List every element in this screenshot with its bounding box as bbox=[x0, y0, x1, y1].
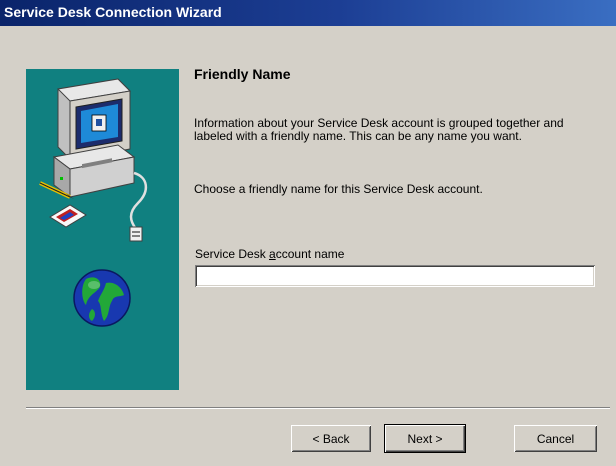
next-button[interactable]: Next > bbox=[385, 425, 465, 452]
cancel-button-label: Cancel bbox=[536, 431, 575, 446]
account-name-label-accelerator: a bbox=[269, 247, 276, 261]
cancel-button[interactable]: Cancel bbox=[514, 425, 597, 452]
network-plug-icon bbox=[129, 226, 143, 242]
account-name-label-text-start: Service Desk bbox=[195, 247, 270, 261]
wizard-window: Service Desk Connection Wizard Friendly … bbox=[0, 0, 616, 466]
account-name-label: Service Desk account name bbox=[195, 247, 344, 261]
next-button-label: Next > bbox=[407, 431, 443, 446]
page-description: Information about your Service Desk acco… bbox=[194, 116, 564, 143]
globe-icon bbox=[73, 269, 131, 327]
account-name-label-text-end: ccount name bbox=[275, 247, 345, 261]
title-bar[interactable]: Service Desk Connection Wizard bbox=[0, 0, 616, 26]
envelope-icon bbox=[49, 204, 87, 228]
side-panel-illustration bbox=[39, 78, 147, 327]
back-button-label: < Back bbox=[312, 431, 350, 446]
back-button[interactable]: < Back bbox=[291, 425, 371, 452]
page-heading: Friendly Name bbox=[194, 66, 291, 82]
window-title: Service Desk Connection Wizard bbox=[4, 4, 222, 20]
button-separator bbox=[26, 407, 610, 409]
wizard-side-panel bbox=[26, 69, 179, 390]
page-instruction: Choose a friendly name for this Service … bbox=[194, 182, 483, 196]
account-name-input[interactable] bbox=[195, 265, 595, 287]
